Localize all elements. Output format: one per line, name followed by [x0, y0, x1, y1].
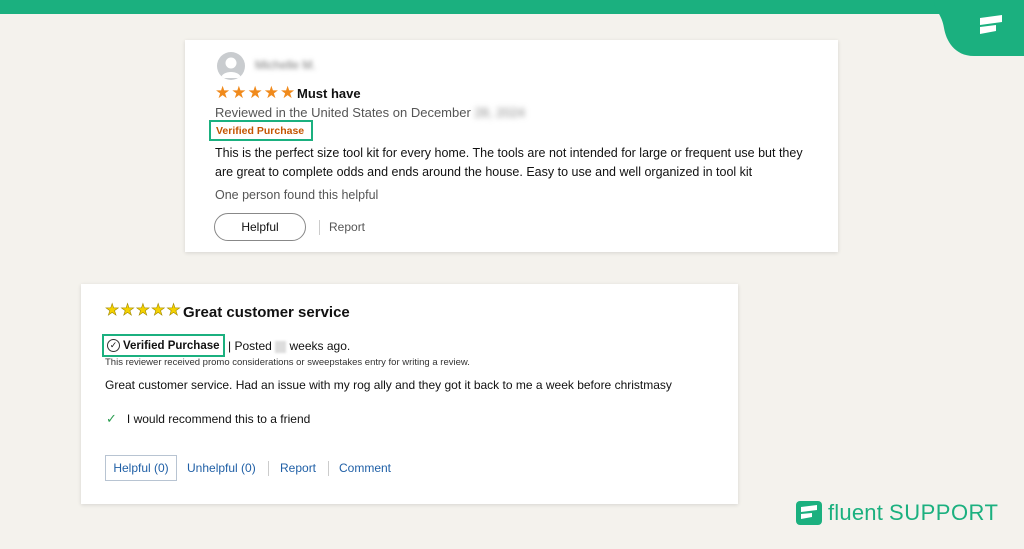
star-icon: ★: [166, 302, 181, 319]
verified-purchase-label: Verified Purchase: [123, 339, 220, 352]
fluent-mark-icon: [980, 15, 1002, 34]
check-circle-icon: ✓: [107, 339, 120, 352]
divider: [328, 461, 329, 476]
logo-word-support: SUPPORT: [889, 500, 999, 525]
review-card-amazon: Michelle M. ★ ★ ★ ★ ★ Must have Reviewed…: [185, 40, 838, 252]
user-silhouette-icon: [221, 57, 241, 78]
review-date-blurred: 28, 2024: [474, 105, 526, 120]
star-icon: ★: [231, 83, 247, 102]
fluent-support-logo: fluent SUPPORT: [796, 500, 998, 526]
posted-count-blurred: [275, 340, 287, 353]
review-body: This is the perfect size tool kit for ev…: [215, 146, 803, 179]
logo-word-fluent: fluent: [828, 500, 884, 525]
helpful-button[interactable]: Helpful (0): [105, 455, 177, 481]
review-date-line: Reviewed in the United States on Decembe…: [215, 105, 525, 120]
star-icon: ★: [120, 302, 135, 319]
verified-purchase-badge: Verified Purchase: [209, 120, 313, 141]
review-card-retailer: ★ ★ ★ ★ ★ Great customer service ✓ Verif…: [81, 284, 738, 504]
checkmark-icon: ✓: [106, 411, 117, 426]
divider: [319, 220, 320, 235]
fluent-logo-icon: [796, 501, 822, 525]
star-icon: ★: [247, 83, 263, 102]
unhelpful-link[interactable]: Unhelpful (0): [187, 461, 256, 475]
star-icon: ★: [263, 83, 279, 102]
star-rating: ★ ★ ★ ★ ★: [215, 84, 295, 101]
posted-suffix: weeks ago.: [289, 339, 351, 353]
review-title[interactable]: Must have: [297, 86, 361, 101]
star-icon: ★: [135, 302, 151, 319]
review-location-text: Reviewed in the United States on Decembe…: [215, 105, 471, 120]
review-title: Great customer service: [183, 304, 350, 321]
divider: [268, 461, 269, 476]
star-icon: ★: [280, 83, 296, 102]
avatar: [217, 52, 245, 80]
star-icon: ★: [215, 83, 231, 102]
reviewer-name: Michelle M.: [255, 58, 316, 72]
star-rating: ★ ★ ★ ★ ★: [105, 302, 181, 319]
report-link[interactable]: Report: [329, 220, 365, 234]
recommendation-text: I would recommend this to a friend: [126, 412, 311, 426]
review-body: Great customer service. Had an issue wit…: [105, 378, 672, 392]
recommendation: ✓ I would recommend this to a friend: [106, 411, 310, 427]
comment-link[interactable]: Comment: [339, 461, 391, 475]
posted-time: | Posted weeks ago.: [228, 339, 350, 353]
helpful-count-text: One person found this helpful: [215, 188, 379, 202]
star-icon: ★: [105, 302, 120, 319]
posted-prefix: | Posted: [228, 339, 272, 353]
helpful-button[interactable]: Helpful: [214, 213, 306, 241]
report-link[interactable]: Report: [280, 461, 316, 475]
promo-disclosure: This reviewer received promo considerati…: [105, 357, 470, 368]
top-accent-bar: [0, 0, 1024, 14]
verified-purchase-badge: ✓ Verified Purchase: [102, 334, 225, 357]
star-icon: ★: [151, 302, 166, 319]
